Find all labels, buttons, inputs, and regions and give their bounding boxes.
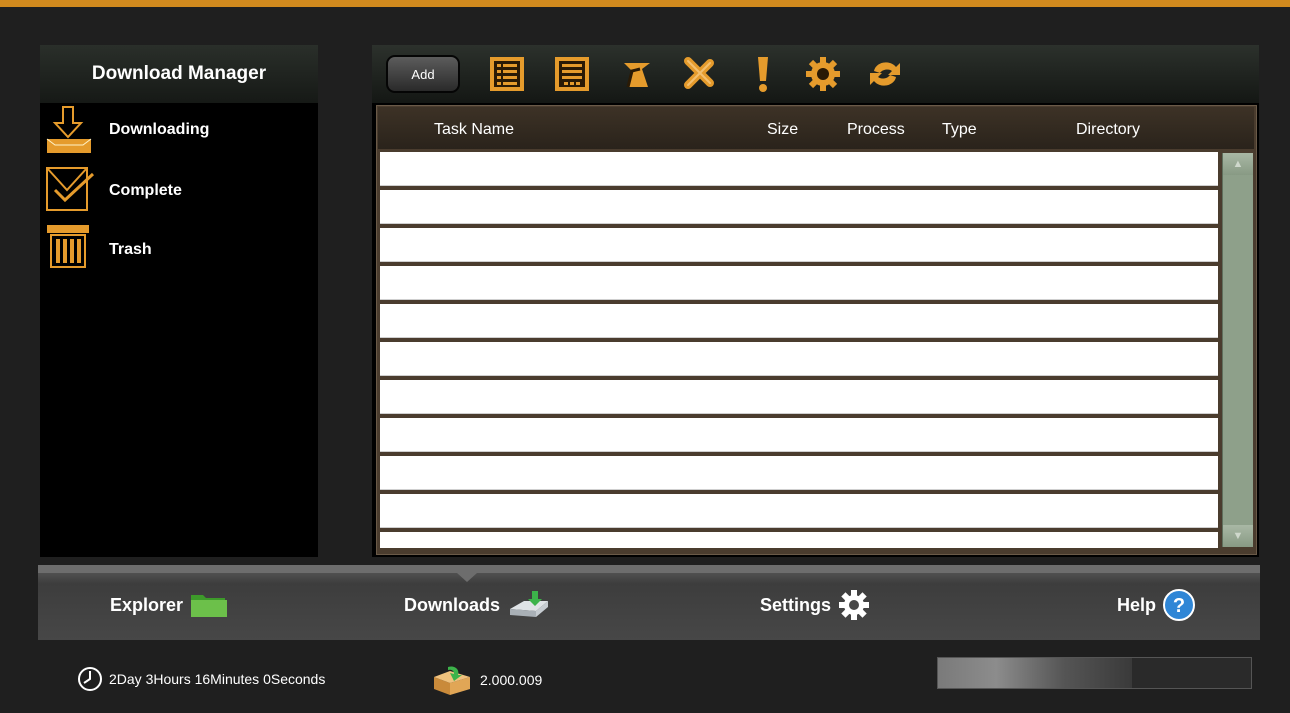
nav-downloads[interactable]: Downloads xyxy=(404,585,552,625)
delete-x-icon[interactable] xyxy=(680,55,718,93)
vertical-scrollbar[interactable]: ▲ ▼ xyxy=(1222,153,1253,547)
table-row[interactable] xyxy=(380,152,1218,186)
column-header-process[interactable]: Process xyxy=(847,121,905,139)
table-row[interactable] xyxy=(380,342,1218,376)
sidebar-item-label: Downloading xyxy=(109,121,210,138)
nav-help[interactable]: Help ? xyxy=(1117,585,1196,625)
table-row[interactable] xyxy=(380,418,1218,452)
sidebar-title: Download Manager xyxy=(40,45,318,103)
top-accent-bar xyxy=(0,0,1290,7)
priority-exclamation-icon[interactable] xyxy=(744,55,782,93)
download-count-text: 2.000.009 xyxy=(480,672,543,688)
sidebar-item-label: Trash xyxy=(109,241,152,258)
list-icon[interactable] xyxy=(553,55,591,93)
scroll-up-button[interactable]: ▲ xyxy=(1223,153,1253,175)
clock-icon xyxy=(78,667,102,691)
column-header-directory[interactable]: Directory xyxy=(1076,121,1140,139)
sidebar-item-complete[interactable]: Complete xyxy=(40,162,318,221)
sidebar-item-label: Complete xyxy=(109,182,182,199)
column-header-size[interactable]: Size xyxy=(767,121,798,139)
toolbar: Add xyxy=(372,45,1259,103)
overall-progress-bar xyxy=(937,657,1252,689)
add-button[interactable]: Add xyxy=(386,55,460,93)
box-download-icon xyxy=(434,666,470,695)
task-table: Task Name Size Process Type Directory ▲ … xyxy=(376,105,1257,555)
complete-envelope-icon xyxy=(45,164,95,214)
sidebar: Download Manager Downloading Complete Tr… xyxy=(40,45,318,557)
table-row[interactable] xyxy=(380,190,1218,224)
nav-top-strip xyxy=(38,565,1260,573)
nav-label: Explorer xyxy=(110,594,184,615)
table-row[interactable] xyxy=(380,494,1218,528)
table-header: Task Name Size Process Type Directory xyxy=(378,107,1254,149)
nav-explorer[interactable]: Explorer xyxy=(110,585,229,625)
table-row[interactable] xyxy=(380,304,1218,338)
gear-icon xyxy=(839,590,870,620)
scroll-down-button[interactable]: ▼ xyxy=(1223,525,1253,547)
table-body xyxy=(380,152,1218,548)
nav-label: Help xyxy=(1117,594,1157,615)
elapsed-time-text: 2Day 3Hours 16Minutes 0Seconds xyxy=(109,671,326,687)
refresh-icon[interactable] xyxy=(866,55,904,93)
download-tray-icon xyxy=(45,105,95,155)
table-row[interactable] xyxy=(380,228,1218,262)
main-panel: Add Task Name Size Process Type Director… xyxy=(372,45,1259,557)
column-header-type[interactable]: Type xyxy=(942,121,977,139)
table-row[interactable] xyxy=(380,456,1218,490)
list-detail-icon[interactable] xyxy=(488,55,526,93)
gear-icon[interactable] xyxy=(804,55,842,93)
active-nav-indicator xyxy=(457,573,477,582)
nav-settings[interactable]: Settings xyxy=(760,585,871,625)
download-drive-icon xyxy=(510,591,549,617)
sidebar-item-downloading[interactable]: Downloading xyxy=(40,103,318,162)
table-row[interactable] xyxy=(380,380,1218,414)
column-header-task-name[interactable]: Task Name xyxy=(434,121,514,139)
open-folder-arrow-icon[interactable] xyxy=(618,55,656,93)
table-row[interactable] xyxy=(380,532,1218,548)
svg-text:?: ? xyxy=(1173,595,1185,617)
nav-label: Downloads xyxy=(404,594,501,615)
elapsed-time-status: 2Day 3Hours 16Minutes 0Seconds xyxy=(77,666,325,692)
table-row[interactable] xyxy=(380,266,1218,300)
download-count-status: 2.000.009 xyxy=(430,665,542,695)
nav-label: Settings xyxy=(760,594,832,615)
help-icon: ? xyxy=(1163,589,1196,621)
bottom-nav: Explorer Downloads Settings Help ? xyxy=(38,565,1260,640)
folder-icon xyxy=(191,595,228,617)
progress-fill xyxy=(938,658,1133,688)
sidebar-item-trash[interactable]: Trash xyxy=(40,221,318,280)
trash-bin-icon xyxy=(45,223,95,273)
